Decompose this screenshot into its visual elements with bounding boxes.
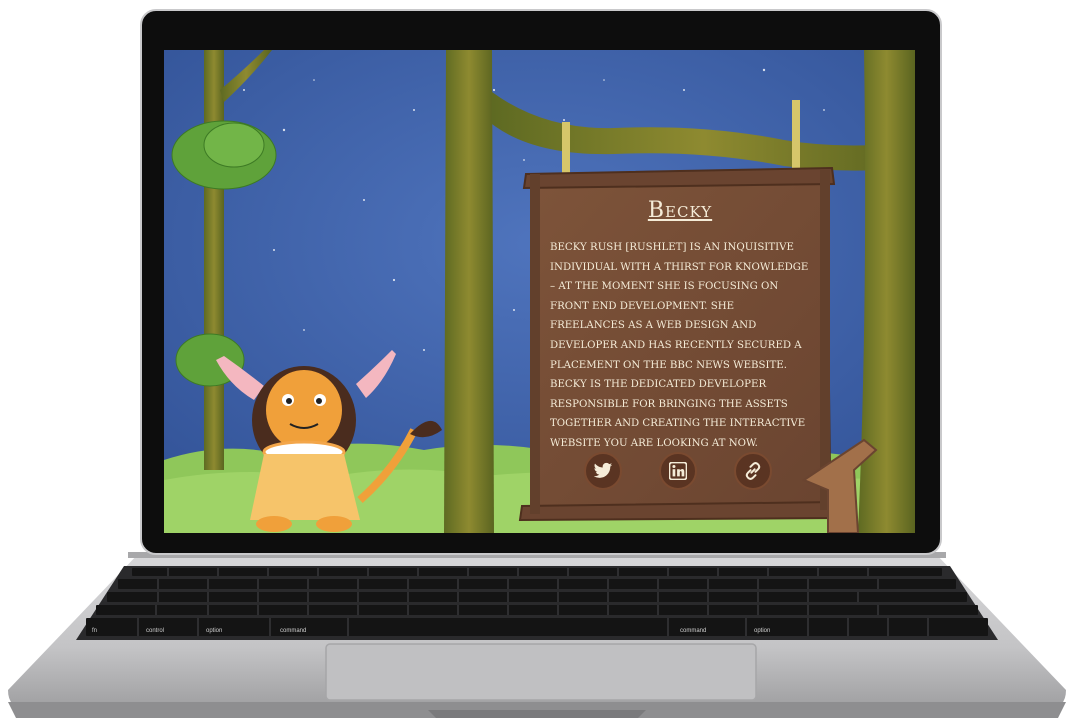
- keyboard-row-4: [96, 605, 978, 615]
- bio-paragraph-1: Becky Rush [Rushlet] is an inquisitive i…: [550, 242, 809, 371]
- key-control: control: [146, 628, 164, 634]
- keyboard-row-1: [132, 568, 942, 576]
- key-option-right: option: [754, 628, 770, 634]
- tree-trunk-right: [858, 50, 915, 533]
- trackpad[interactable]: [325, 643, 757, 701]
- linkedin-icon: [669, 462, 687, 480]
- key-command-left: command: [280, 628, 306, 634]
- key-fn: fn: [92, 628, 97, 634]
- laptop-mockup: fn control option command command option: [0, 0, 1074, 722]
- profile-bio: Becky Rush [Rushlet] is an inquisitive i…: [550, 238, 810, 454]
- bio-paragraph-2: Becky is the dedicated developer respons…: [550, 379, 806, 449]
- key-command-right: command: [680, 628, 706, 634]
- keyboard-row-3: [107, 592, 967, 602]
- leaf-cluster-top: [171, 120, 277, 190]
- key-option-left: option: [206, 628, 222, 634]
- tree-trunk-center: [444, 50, 494, 533]
- profile-name: Becky: [647, 198, 713, 223]
- keyboard-row-2: [118, 579, 956, 589]
- laptop-base: fn control option command command option: [8, 552, 1066, 718]
- website-link-button[interactable]: [734, 452, 772, 490]
- twitter-icon: [593, 462, 613, 478]
- twitter-button[interactable]: [584, 452, 622, 490]
- rope-right: [792, 100, 800, 174]
- website-screen: Becky Becky Rush [Rushlet] is an inquisi…: [164, 50, 915, 533]
- tree-trunk-left: [204, 50, 224, 470]
- rope-left: [562, 122, 570, 174]
- linkedin-button[interactable]: [659, 452, 697, 490]
- link-icon: [745, 462, 761, 480]
